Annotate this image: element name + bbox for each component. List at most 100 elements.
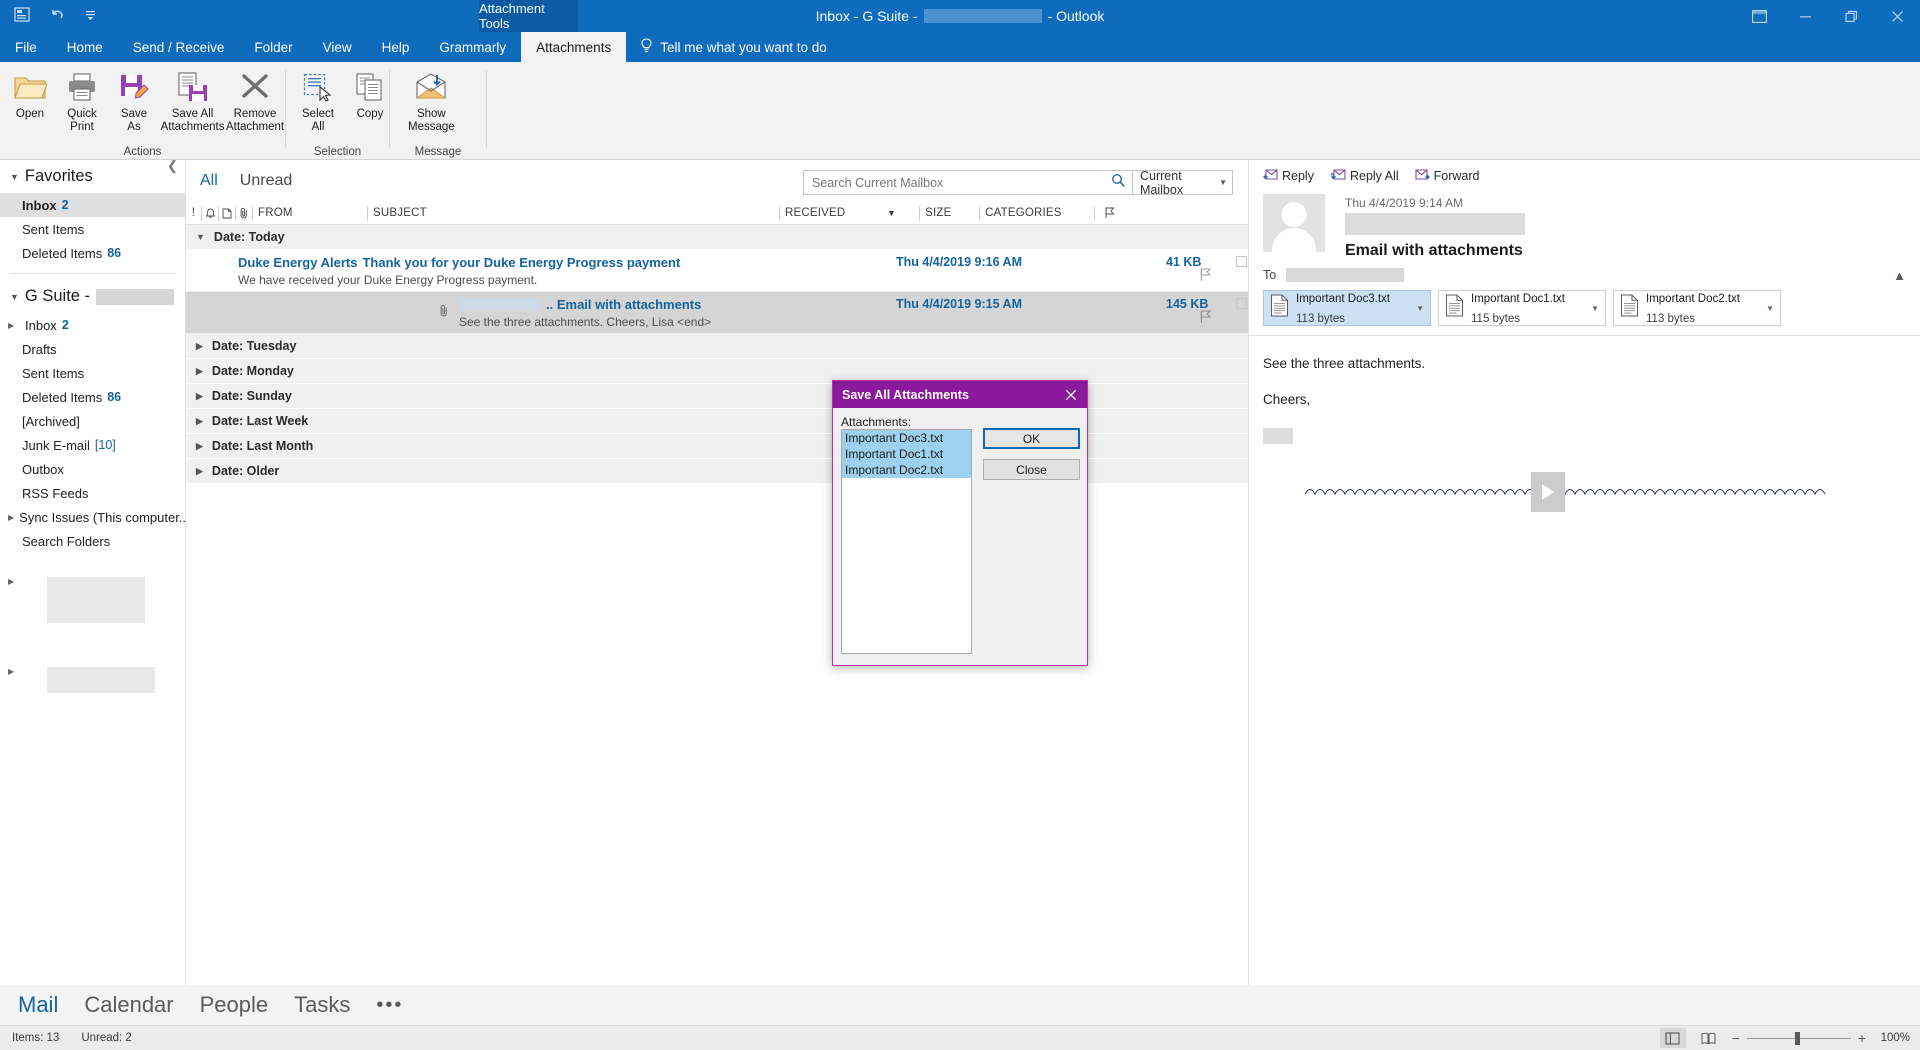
show-message-button[interactable]: Show Message (404, 62, 459, 134)
attachments-listbox[interactable]: Important Doc3.txt Important Doc1.txt Im… (841, 429, 972, 654)
favorites-header[interactable]: ▼ Favorites (0, 160, 185, 193)
sort-descending-icon[interactable]: ▼ (879, 208, 896, 218)
remove-attachment-button[interactable]: Remove Attachment (225, 62, 285, 134)
account-header[interactable]: ▼ G Suite - (0, 280, 185, 313)
group-header-sunday[interactable]: ▶ Date: Sunday (186, 384, 1248, 409)
sidebar-item-favorites-sent[interactable]: Sent Items (0, 217, 185, 241)
tab-help[interactable]: Help (367, 32, 425, 62)
search-scope-dropdown[interactable]: Current Mailbox ▼ (1133, 169, 1233, 197)
forward-button[interactable]: Forward (1415, 168, 1479, 184)
save-to-onedrive-icon[interactable] (14, 6, 31, 26)
column-size[interactable]: SIZE (919, 205, 979, 221)
search-icon[interactable] (1111, 173, 1126, 193)
save-all-attachments-button[interactable]: Save All Attachments (160, 62, 225, 134)
restore-icon[interactable] (1828, 0, 1874, 32)
group-header-today[interactable]: ▼ Date: Today (186, 225, 1248, 250)
chevron-right-icon[interactable]: ▶ (8, 577, 20, 586)
play-button-placeholder[interactable] (1531, 472, 1565, 512)
column-categories[interactable]: CATEGORIES (979, 205, 1094, 221)
reply-all-button[interactable]: Reply All (1330, 168, 1399, 184)
group-header-last-week[interactable]: ▶ Date: Last Week (186, 409, 1248, 434)
search-input[interactable] (812, 175, 1111, 190)
message-category-box[interactable] (1236, 298, 1247, 309)
reply-button[interactable]: Reply (1263, 168, 1314, 184)
normal-view-icon[interactable] (1659, 1028, 1686, 1048)
paperclip-icon[interactable] (235, 205, 252, 221)
tab-folder[interactable]: Folder (239, 32, 307, 62)
chevron-right-icon[interactable]: ▶ (8, 667, 20, 676)
sidebar-item-sent-items[interactable]: Sent Items (0, 361, 185, 385)
sidebar-item-junk-email[interactable]: Junk E-mail [10] (0, 433, 185, 457)
close-button[interactable]: Close (983, 459, 1080, 480)
sidebar-item-archived[interactable]: [Archived] (0, 409, 185, 433)
sidebar-item-drafts[interactable]: Drafts (0, 337, 185, 361)
sidebar-item-favorites-inbox[interactable]: Inbox 2 (0, 193, 185, 217)
column-from[interactable]: FROM (252, 205, 367, 221)
zoom-out-button[interactable]: − (1732, 1030, 1740, 1046)
search-box[interactable] (803, 170, 1133, 195)
column-subject[interactable]: SUBJECT (367, 205, 779, 221)
sidebar-item-favorites-deleted[interactable]: Deleted Items 86 (0, 241, 185, 265)
select-all-button[interactable]: Select All (292, 62, 344, 134)
close-icon[interactable] (1056, 381, 1086, 408)
ok-button[interactable]: OK (983, 428, 1080, 449)
sidebar-item-rss-feeds[interactable]: RSS Feeds (0, 481, 185, 505)
module-people[interactable]: People (200, 992, 269, 1018)
zoom-slider[interactable]: − + (1732, 1030, 1866, 1046)
tab-home[interactable]: Home (52, 32, 118, 62)
ribbon-display-options-icon[interactable] (1736, 0, 1782, 32)
zoom-level[interactable]: 100% (1876, 1032, 1910, 1044)
zoom-track[interactable] (1746, 1031, 1851, 1045)
collapse-header-icon[interactable]: ▲ (1893, 268, 1906, 283)
close-icon[interactable] (1874, 0, 1920, 32)
sidebar-item-search-folders[interactable]: Search Folders (0, 529, 185, 553)
follow-up-flag-icon[interactable] (1199, 310, 1212, 328)
minimize-icon[interactable] (1782, 0, 1828, 32)
tell-me-search[interactable]: Tell me what you want to do (626, 32, 841, 62)
module-overflow-icon[interactable]: ••• (376, 994, 403, 1017)
filter-all[interactable]: All (200, 172, 218, 190)
sidebar-item-sync-issues[interactable]: ▶ Sync Issues (This computer... (0, 505, 185, 529)
reading-view-icon[interactable] (1696, 1028, 1722, 1048)
chevron-down-icon[interactable]: ▼ (1591, 304, 1601, 313)
sidebar-group-redacted-2[interactable]: ▶ (0, 667, 185, 715)
sidebar-item-deleted-items[interactable]: Deleted Items 86 (0, 385, 185, 409)
group-header-last-month[interactable]: ▶ Date: Last Month (186, 434, 1248, 459)
chevron-right-icon[interactable]: ▶ (8, 321, 20, 330)
filter-unread[interactable]: Unread (240, 172, 292, 190)
module-mail[interactable]: Mail (18, 992, 58, 1018)
collapse-navigation-pane-icon[interactable]: ❮ (167, 158, 178, 174)
chevron-down-icon[interactable]: ▼ (1766, 304, 1776, 313)
undo-icon[interactable] (49, 6, 66, 26)
list-item[interactable]: Important Doc3.txt (842, 430, 971, 446)
attachment-chip-doc2[interactable]: Important Doc2.txt 113 bytes ▼ (1613, 290, 1781, 326)
page-icon[interactable] (218, 205, 235, 221)
chevron-down-icon[interactable]: ▼ (1416, 304, 1426, 313)
sidebar-item-inbox[interactable]: ▶ Inbox 2 (0, 313, 185, 337)
module-calendar[interactable]: Calendar (84, 992, 173, 1018)
group-header-tuesday[interactable]: ▶ Date: Tuesday (186, 334, 1248, 359)
attachment-chip-doc1[interactable]: Important Doc1.txt 115 bytes ▼ (1438, 290, 1606, 326)
tab-file[interactable]: File (0, 32, 52, 62)
module-tasks[interactable]: Tasks (294, 992, 350, 1018)
customize-qat-icon[interactable] (84, 8, 97, 25)
flag-icon[interactable] (1094, 205, 1124, 221)
tab-grammarly[interactable]: Grammarly (424, 32, 521, 62)
group-header-older[interactable]: ▶ Date: Older (186, 459, 1248, 484)
sidebar-group-redacted-1[interactable]: ▶ (0, 577, 185, 645)
group-header-monday[interactable]: ▶ Date: Monday (186, 359, 1248, 384)
attachment-chip-doc3[interactable]: Important Doc3.txt 113 bytes ▼ (1263, 290, 1431, 326)
column-received[interactable]: RECEIVED (779, 205, 879, 221)
list-item[interactable]: Important Doc1.txt (842, 446, 971, 462)
sidebar-item-outbox[interactable]: Outbox (0, 457, 185, 481)
save-as-button[interactable]: Save As (108, 62, 160, 134)
chevron-right-icon[interactable]: ▶ (8, 513, 14, 522)
table-row[interactable]: Duke Energy Alerts Thank you for your Du… (186, 250, 1248, 292)
reminder-icon[interactable] (201, 205, 218, 221)
message-category-box[interactable] (1236, 256, 1247, 267)
follow-up-flag-icon[interactable] (1199, 268, 1212, 286)
zoom-in-button[interactable]: + (1858, 1030, 1866, 1046)
tab-view[interactable]: View (308, 32, 367, 62)
column-importance[interactable]: ! (186, 206, 201, 221)
quick-print-button[interactable]: Quick Print (56, 62, 108, 134)
